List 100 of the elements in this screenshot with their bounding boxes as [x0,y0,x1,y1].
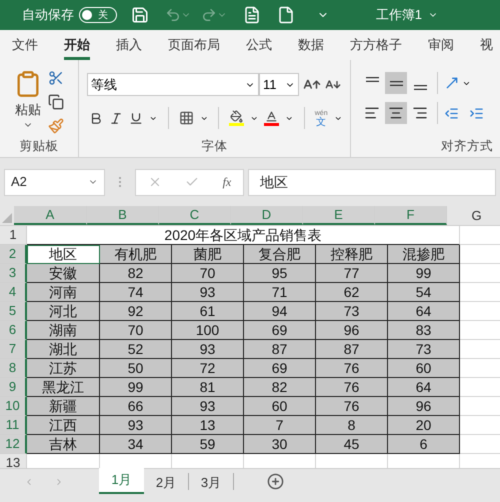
fill-color-icon[interactable] [228,110,244,126]
row-header[interactable]: 11 [0,416,27,435]
bold-icon[interactable] [89,110,104,126]
table-cell: 7 [244,416,316,435]
table-cell: 有机肥 [100,245,172,264]
paste-button[interactable]: 粘贴 [15,100,41,120]
decrease-indent-icon[interactable] [444,106,459,120]
table-cell: 70 [100,321,172,340]
column-header[interactable]: D [231,206,303,225]
table-cell: 54 [388,283,460,302]
column-header[interactable]: F [375,206,447,225]
row-header[interactable]: 2 [0,245,27,264]
table-cell: 湖北 [27,340,100,359]
ribbon-tab[interactable]: 文件 [12,34,38,60]
italic-icon[interactable] [109,110,124,126]
table-cell: 江西 [27,416,100,435]
group-label: 字体 [202,138,228,155]
table-cell: 99 [388,264,460,283]
increase-indent-icon[interactable] [469,106,484,120]
table-cell: 73 [316,302,388,321]
table-cell: 69 [244,359,316,378]
name-box[interactable]: A2 [4,168,105,196]
insert-function-button[interactable]: fx [222,173,232,191]
row-header[interactable]: 6 [0,321,27,340]
row-header[interactable]: 9 [0,378,27,397]
row-header[interactable]: 13 [0,454,27,468]
table-cell: 8 [316,416,388,435]
ribbon-tab[interactable]: 公式 [246,34,272,60]
ribbon-tab[interactable]: 页面布局 [168,34,220,60]
save-icon[interactable] [131,6,149,24]
cut-icon[interactable] [48,70,64,86]
autosave-toggle[interactable]: 关 [79,7,117,23]
table-cell: 62 [316,283,388,302]
align-middle-icon [390,80,402,86]
font-name-field[interactable]: 等线 [87,73,259,96]
table-cell: 湖南 [27,321,100,340]
column-header[interactable]: E [303,206,375,225]
table-cell: 81 [172,378,244,397]
align-top-icon [366,76,378,82]
sheet-tab[interactable]: 2月 [144,473,189,490]
table-cell: 76 [316,397,388,416]
sheet-tab[interactable]: 1月 [99,468,144,494]
table-cell: 87 [244,340,316,359]
ribbon-tab[interactable]: 审阅 [428,34,454,60]
align-right-icon [412,105,428,121]
table-cell: 100 [172,321,244,340]
table-cell: 20 [388,416,460,435]
table-cell: 92 [100,302,172,321]
workbook-title: 工作簿1 [376,6,422,24]
drag-handle-icon[interactable] [119,177,121,187]
formula-field[interactable]: 地区 [248,168,496,196]
font-color-icon[interactable] [264,110,280,126]
new-file-icon[interactable] [277,6,295,24]
ribbon-tab[interactable]: 视 [480,34,493,60]
table-cell: 黑龙江 [27,378,100,397]
row-header[interactable]: 1 [0,226,27,245]
column-header[interactable]: A [14,206,87,225]
table-cell: 地区 [27,245,100,264]
table-cell: 45 [316,435,388,454]
table-cell: 99 [100,378,172,397]
borders-icon[interactable] [178,110,194,126]
row-header[interactable]: 5 [0,302,27,321]
table-cell: 93 [100,416,172,435]
underline-icon[interactable] [129,110,144,126]
row-header[interactable]: 7 [0,340,27,359]
table-cell: 66 [100,397,172,416]
align-bottom-icon [414,84,426,90]
table-cell: 江苏 [27,359,100,378]
group-label: 剪贴板 [20,138,58,155]
ribbon-tab[interactable]: 方方格子 [350,34,402,60]
column-header[interactable]: B [87,206,159,225]
orientation-icon[interactable] [444,75,460,91]
row-header[interactable]: 12 [0,435,27,454]
table-cell: 30 [244,435,316,454]
table-cell: 87 [316,340,388,359]
alignment-button[interactable] [385,102,407,124]
row-header[interactable]: 10 [0,397,27,416]
table-cell: 96 [388,397,460,416]
alignment-button[interactable] [385,72,407,94]
row-header[interactable]: 4 [0,283,27,302]
ribbon-tab[interactable]: 数据 [298,34,324,60]
column-header[interactable]: G [447,206,500,225]
table-cell: 新疆 [27,397,100,416]
table-cell: 82 [100,264,172,283]
row-header[interactable]: 3 [0,264,27,283]
copy-icon[interactable] [48,94,64,110]
table-cell: 76 [316,378,388,397]
table-cell: 96 [316,321,388,340]
add-sheet-icon[interactable] [267,473,284,490]
column-header[interactable]: C [159,206,231,225]
sheet-tab[interactable]: 3月 [189,473,234,490]
ribbon-tab[interactable]: 插入 [116,34,142,60]
row-header[interactable]: 8 [0,359,27,378]
table-cell: 34 [100,435,172,454]
table-cell: 93 [172,340,244,359]
table-cell: 77 [316,264,388,283]
table-cell: 83 [388,321,460,340]
table-cell: 71 [244,283,316,302]
font-size-field[interactable]: 11 [259,73,299,96]
format-painter-icon[interactable] [48,118,64,134]
